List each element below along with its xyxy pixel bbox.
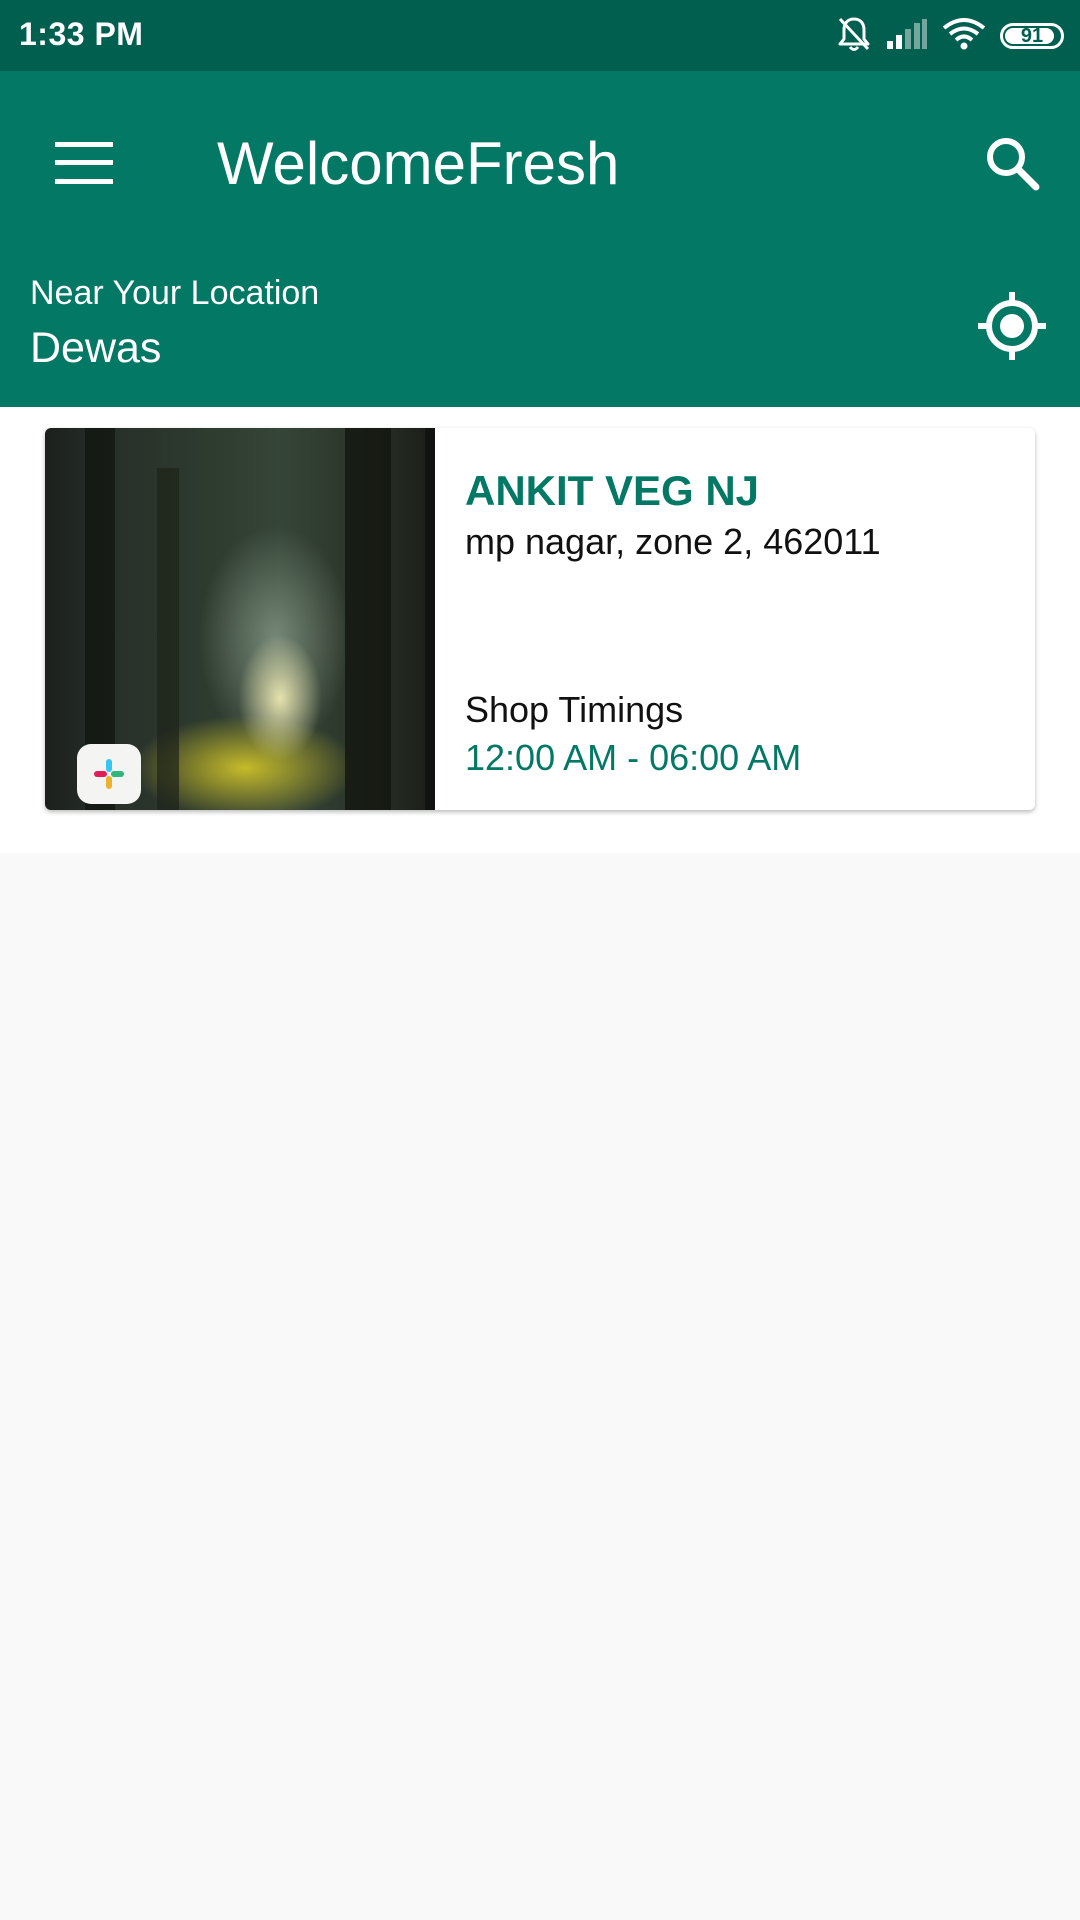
status-icons: 91 [836, 14, 1064, 58]
app-bar: WelcomeFresh Near Your Location Dewas [0, 71, 1080, 407]
battery-level: 91 [1020, 24, 1044, 47]
search-button[interactable] [968, 119, 1056, 207]
app-tile-icon [77, 744, 141, 804]
app-title: WelcomeFresh [217, 130, 620, 197]
search-icon [987, 138, 1040, 191]
battery-icon: 91 [1000, 23, 1064, 49]
screen: 1:33 PM 91 WelcomeFresh Near Your Locati… [0, 0, 1080, 1920]
menu-button[interactable] [42, 121, 126, 205]
shop-name: ANKIT VEG NJ [465, 467, 760, 514]
shop-list: ANKIT VEG NJ mp nagar, zone 2, 462011 Sh… [0, 407, 1080, 853]
shop-timings-label: Shop Timings [465, 689, 684, 730]
shop-timings-value: 12:00 AM - 06:00 AM [465, 737, 802, 778]
bell-off-icon [836, 15, 872, 58]
shop-card[interactable]: ANKIT VEG NJ mp nagar, zone 2, 462011 Sh… [45, 428, 1035, 810]
shop-image [45, 428, 435, 810]
gps-locate-icon [978, 292, 1046, 360]
wifi-icon [942, 17, 986, 56]
location-label: Near Your Location [30, 274, 320, 312]
menu-icon [55, 142, 113, 184]
location-city[interactable]: Dewas [30, 323, 161, 373]
status-time: 1:33 PM [19, 16, 144, 52]
status-bar: 1:33 PM 91 [0, 0, 1080, 71]
signal-icon [886, 18, 928, 54]
shop-address: mp nagar, zone 2, 462011 [465, 521, 881, 562]
locate-button[interactable] [970, 284, 1054, 368]
